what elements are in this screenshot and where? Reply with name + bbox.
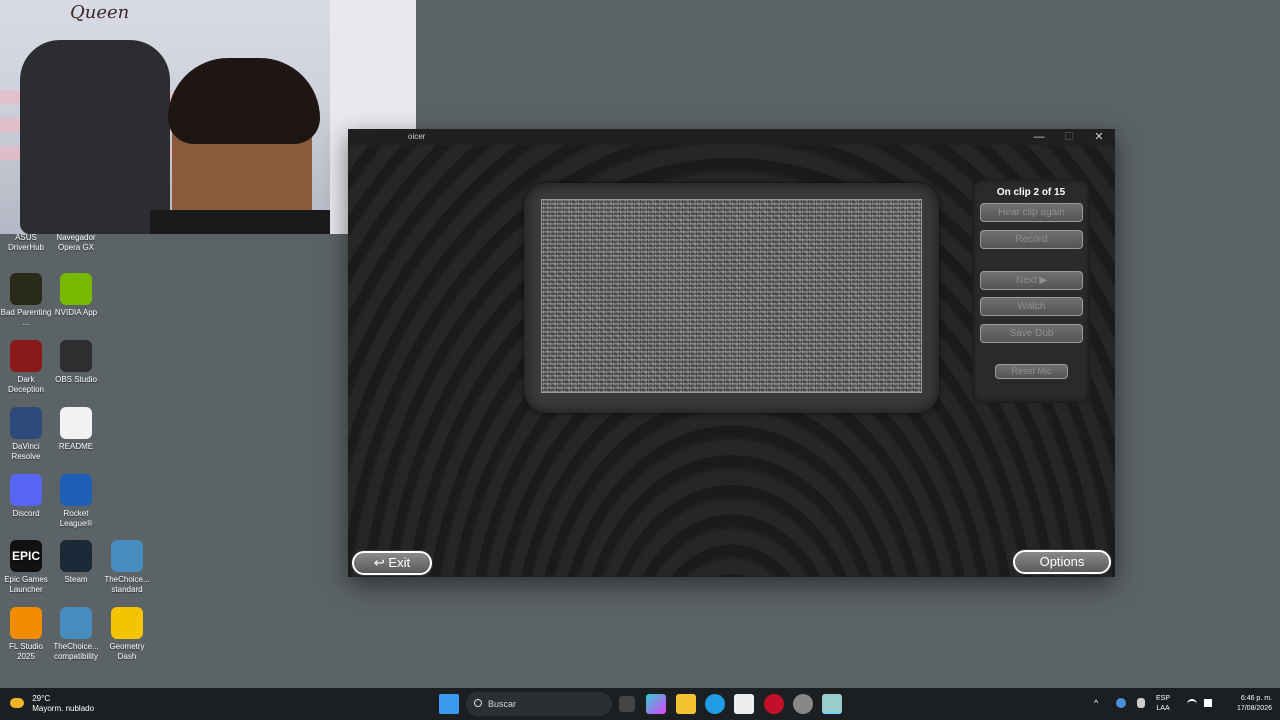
wifi-icon[interactable] [1187, 699, 1197, 707]
language-code: ESP [1156, 695, 1171, 702]
desktop-icon-opera[interactable]: Navegador Opera GX [50, 233, 102, 253]
desktop-icon-label: Steam [64, 575, 88, 584]
copilot-icon[interactable] [646, 694, 666, 714]
desktop-icon-dark-deception[interactable]: Dark Deception [0, 340, 52, 395]
webcam-person-hair [168, 58, 320, 144]
desktop-icon-bad-parenting[interactable]: Bad Parenting ... [0, 273, 52, 328]
video-frame [524, 183, 939, 413]
clip-status-label: On clip 2 of 15 [996, 187, 1066, 198]
window-titlebar[interactable]: oicer — ☐ ✕ [348, 129, 1115, 145]
start-button[interactable] [439, 694, 459, 714]
language-sub: LAA [1156, 705, 1170, 712]
webcam-chair [20, 40, 170, 234]
weather-icon [10, 698, 24, 708]
wall-decal-text: Queen [70, 2, 130, 23]
search-box[interactable]: Buscar [466, 692, 612, 716]
clock-time: 6:46 p. m. [1240, 695, 1272, 702]
tray-overflow-icon[interactable]: ^ [1094, 698, 1098, 708]
opera-gx-icon[interactable] [764, 694, 784, 714]
desktop-icon-label: TheChoice... compatibility [53, 642, 99, 661]
watch-button[interactable]: Watch [980, 297, 1083, 316]
desktop-icon-label: NVIDIA App [54, 308, 98, 317]
desktop-icon-readme[interactable]: README [50, 407, 102, 452]
microphone-icon[interactable] [1137, 698, 1145, 708]
desktop-icon-nvidia[interactable]: NVIDIA App [50, 273, 102, 318]
desktop-icon-label: Discord [12, 509, 40, 518]
save-dub-button[interactable]: Save Dub [980, 324, 1083, 343]
desktop-icon-label: Bad Parenting ... [0, 308, 52, 327]
thechoice-standard-icon [111, 540, 143, 572]
search-icon [474, 699, 482, 707]
obs-icon [60, 340, 92, 372]
dub-control-panel: On clip 2 of 15 Hear clip again Record N… [972, 179, 1090, 403]
desktop-icon-fl-studio[interactable]: FL Studio 2025 [0, 607, 52, 662]
desktop-icon-discord[interactable]: Discord [0, 474, 52, 519]
record-button[interactable]: Record [980, 230, 1083, 249]
desktop-icon-steam[interactable]: Steam [50, 540, 102, 585]
hear-clip-again-button[interactable]: Hear clip again [980, 203, 1083, 222]
fl-studio-icon [10, 607, 42, 639]
window-title: oicer [408, 132, 426, 141]
rocket-league-icon [60, 474, 92, 506]
desktop-icon-label: DaVinci Resolve [11, 442, 41, 461]
davinci-icon [10, 407, 42, 439]
desktop-icon-obs[interactable]: OBS Studio [50, 340, 102, 385]
language-indicator[interactable]: ESP LAA [1156, 694, 1170, 714]
clock[interactable]: 6:46 p. m. 17/08/2026 [1222, 694, 1272, 714]
clock-date: 17/08/2026 [1236, 705, 1272, 712]
epic-icon: EPIC [10, 540, 42, 572]
minimize-button[interactable]: — [1024, 129, 1054, 145]
app-content: On clip 2 of 15 Hear clip again Record N… [348, 145, 1115, 577]
file-explorer-icon[interactable] [676, 694, 696, 714]
dark-deception-icon [10, 340, 42, 372]
thechoice-compat-icon [60, 607, 92, 639]
geometry-dash-icon [111, 607, 143, 639]
app-window: oicer — ☐ ✕ On clip 2 of 15 Hear clip ag… [348, 129, 1115, 577]
desktop-icon-label: Dark Deception [7, 375, 45, 394]
store-icon[interactable] [734, 694, 754, 714]
steam-icon [60, 540, 92, 572]
readme-icon [60, 407, 92, 439]
edge-icon[interactable] [705, 694, 725, 714]
desktop-icon-thechoice-compat[interactable]: TheChoice... compatibility [50, 607, 102, 662]
desktop-icon-thechoice-standard[interactable]: TheChoice... standard [101, 540, 153, 595]
voicer-app-icon[interactable] [822, 694, 842, 714]
close-button[interactable]: ✕ [1084, 129, 1114, 145]
desktop-icon-label: README [58, 442, 94, 451]
desktop-icon-epic[interactable]: EPIC Epic Games Launcher [0, 540, 52, 595]
desktop-icon-asus[interactable]: ASUS DriverHub [0, 233, 52, 253]
desktop-icon-label: Navegador Opera GX [56, 233, 96, 252]
volume-icon[interactable] [1204, 699, 1212, 707]
search-placeholder: Buscar [488, 699, 517, 709]
weather-temp: 29°C [32, 694, 51, 703]
desktop-icon-label: ASUS DriverHub [7, 233, 44, 252]
desktop-icon-geometry-dash[interactable]: Geometry Dash [101, 607, 153, 662]
desktop-icon-rocket-league[interactable]: Rocket League® [50, 474, 102, 529]
task-view-icon[interactable] [619, 696, 635, 712]
next-button[interactable]: Next ▶ [980, 271, 1083, 290]
discord-icon [10, 474, 42, 506]
desktop-icon-label: TheChoice... standard [104, 575, 150, 594]
obs-icon[interactable] [793, 694, 813, 714]
desktop-icon-davinci[interactable]: DaVinci Resolve [0, 407, 52, 462]
weather-description: Mayorm. nublado [32, 704, 95, 713]
desktop-icon-label: Epic Games Launcher [4, 575, 48, 594]
reset-mic-button[interactable]: Reset Mic [995, 364, 1068, 379]
desktop-icon-label: Geometry Dash [109, 642, 145, 661]
desktop-icon-label: OBS Studio [55, 375, 97, 384]
desktop-icon-label: FL Studio 2025 [9, 642, 43, 661]
video-static-screen [541, 199, 922, 393]
taskbar: 29°C Mayorm. nublado Buscar ^ ESP LAA 6:… [0, 688, 1280, 720]
webcam-person-shirt [150, 210, 330, 234]
desktop-icon-label: Rocket League® [59, 509, 93, 528]
options-button[interactable]: Options [1013, 550, 1111, 574]
weather-widget[interactable]: 29°C Mayorm. nublado [10, 694, 94, 714]
nvidia-icon [60, 273, 92, 305]
maximize-button[interactable]: ☐ [1054, 129, 1084, 145]
tray-app-icon[interactable] [1116, 698, 1126, 708]
bad-parenting-icon [10, 273, 42, 305]
exit-button[interactable]: ↩ Exit [352, 551, 432, 575]
